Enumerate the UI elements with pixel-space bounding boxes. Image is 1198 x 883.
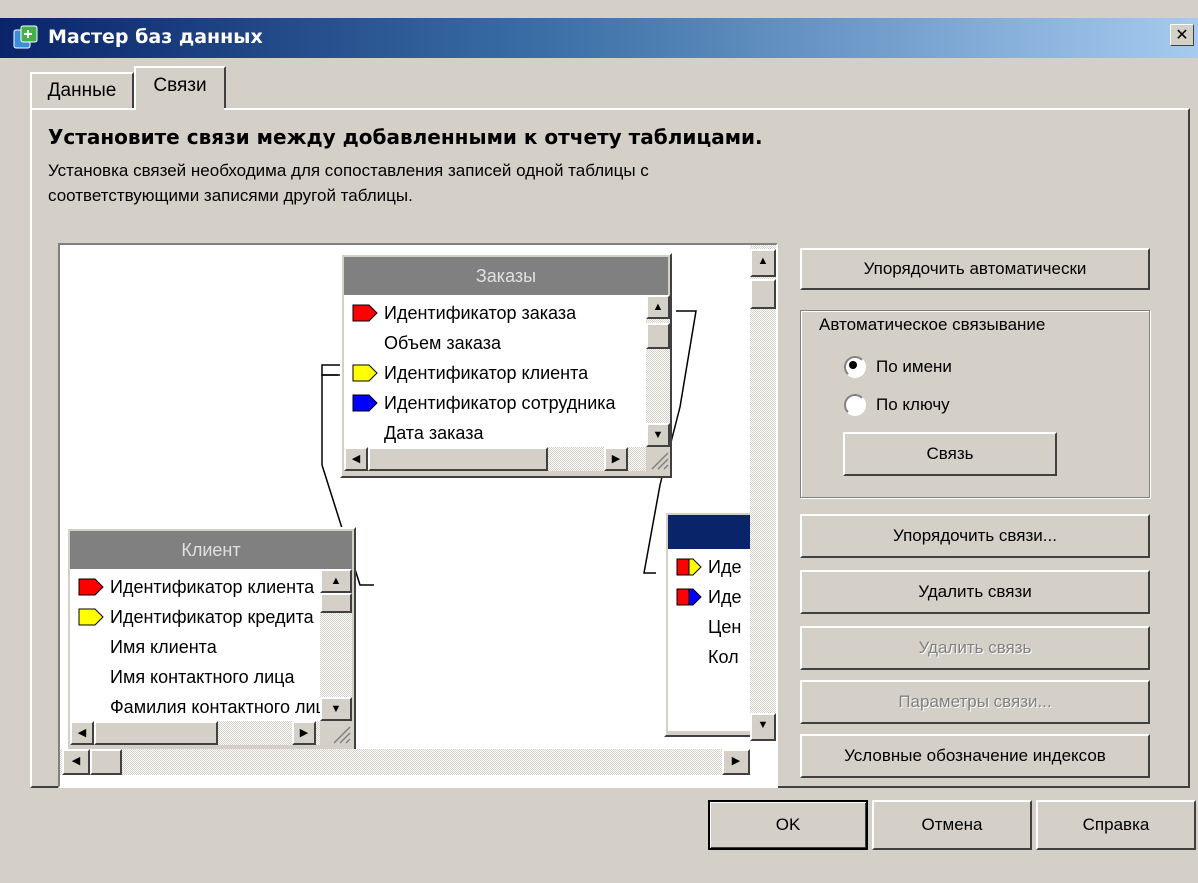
delete-link-button[interactable]: Удалить связь	[800, 626, 1150, 670]
scroll-left-button[interactable]: ◀	[344, 447, 368, 471]
field-row[interactable]: Иде	[676, 553, 741, 581]
table-client-fields: Идентификатор клиента Идентификатор кред…	[70, 569, 320, 721]
relationship-canvas[interactable]: Заказы Идентификатор заказа Объем заказа…	[58, 243, 778, 788]
field-label: Идентификатор сотрудника	[384, 392, 616, 413]
foreign-key-icon	[78, 608, 104, 626]
scroll-thumb[interactable]	[320, 593, 352, 613]
scroll-left-button[interactable]: ◀	[62, 749, 90, 775]
table-order-details-header[interactable]	[668, 515, 754, 549]
field-label: Иде	[708, 556, 742, 577]
foreign-key-icon	[352, 364, 378, 382]
field-row[interactable]: Цен	[708, 613, 741, 641]
primary-key-icon	[352, 304, 378, 322]
field-label: Имя контактного лица	[110, 666, 295, 687]
field-label: Иде	[708, 586, 742, 607]
index-key-icon	[352, 394, 378, 412]
field-row[interactable]: Идентификатор клиента	[352, 359, 588, 387]
scroll-down-button[interactable]: ▼	[320, 697, 352, 721]
field-label: Идентификатор клиента	[110, 576, 315, 597]
arrange-links-button[interactable]: Упорядочить связи...	[800, 514, 1150, 558]
field-row[interactable]: Имя контактного лица	[110, 663, 294, 691]
help-button[interactable]: Справка	[1036, 800, 1196, 850]
primary-foreign-key-icon	[676, 558, 702, 576]
arrange-auto-button[interactable]: Упорядочить автоматически	[800, 248, 1150, 290]
radio-by-key[interactable]: По ключу	[844, 394, 950, 416]
table-order-details[interactable]: Иде Иде Цен Кол	[664, 511, 754, 737]
radio-dot	[849, 361, 857, 369]
page-heading: Установите связи между добавленными к от…	[48, 125, 763, 149]
table-client-header[interactable]: Клиент	[70, 531, 352, 569]
index-legend-button[interactable]: Условные обозначение индексов	[800, 734, 1150, 778]
canvas-horizontal-scrollbar[interactable]	[60, 749, 750, 775]
page-description: Установка связей необходима для сопостав…	[48, 158, 948, 208]
table-orders-header[interactable]: Заказы	[344, 257, 668, 295]
table-orders-fields: Идентификатор заказа Объем заказа Иденти…	[344, 295, 646, 447]
title-bar: Мастер баз данных ✕	[0, 18, 1198, 58]
primary-key-icon	[78, 578, 104, 596]
scroll-thumb[interactable]	[368, 447, 548, 471]
field-label: Цен	[708, 616, 742, 637]
resize-grip-icon[interactable]	[320, 721, 352, 745]
radio-button[interactable]	[844, 356, 866, 378]
field-label: Кол	[708, 646, 739, 667]
field-label: Идентификатор кредита	[110, 606, 314, 627]
scroll-thumb[interactable]	[750, 279, 776, 309]
field-row[interactable]: Кол	[708, 643, 739, 671]
window-title: Мастер баз данных	[48, 26, 263, 48]
field-label: Объем заказа	[384, 332, 501, 353]
scroll-right-button[interactable]: ▶	[292, 721, 316, 745]
close-button[interactable]: ✕	[1170, 24, 1194, 46]
link-button[interactable]: Связь	[843, 432, 1057, 476]
tab-joint	[136, 106, 224, 112]
primary-index-key-icon	[676, 588, 702, 606]
cancel-button[interactable]: Отмена	[872, 800, 1032, 850]
link-parameters-button[interactable]: Параметры связи...	[800, 680, 1150, 724]
tab-links[interactable]: Связи	[134, 66, 226, 110]
radio-label: По имени	[876, 357, 952, 376]
scroll-thumb[interactable]	[90, 749, 122, 775]
scroll-up-button[interactable]: ▲	[750, 249, 776, 277]
field-row[interactable]: Имя клиента	[110, 633, 217, 661]
scroll-thumb[interactable]	[94, 721, 218, 745]
field-label: Имя клиента	[110, 636, 217, 657]
resize-grip-icon[interactable]	[646, 447, 670, 471]
canvas-vertical-scrollbar[interactable]	[750, 245, 776, 741]
field-row[interactable]: Иде	[676, 583, 741, 611]
field-row[interactable]: Идентификатор клиента	[78, 573, 314, 601]
field-row[interactable]: Идентификатор кредита	[78, 603, 314, 631]
field-row[interactable]: Идентификатор заказа	[352, 299, 576, 327]
scroll-left-button[interactable]: ◀	[70, 721, 94, 745]
scroll-down-button[interactable]: ▼	[750, 713, 776, 741]
scroll-right-button[interactable]: ▶	[722, 749, 750, 775]
auto-linking-title: Автоматическое связывание	[815, 315, 1050, 335]
field-row[interactable]: Идентификатор сотрудника	[352, 389, 616, 417]
table-client[interactable]: Клиент Идентификатор клиента Идентификат…	[66, 527, 356, 752]
table-order-details-fields: Иде Иде Цен Кол	[668, 549, 754, 731]
tab-data[interactable]: Данные	[30, 72, 134, 108]
description-line: Установка связей необходима для сопостав…	[48, 161, 649, 180]
ok-button[interactable]: OK	[708, 800, 868, 850]
field-label: Фамилия контактного лица	[110, 696, 320, 717]
radio-by-name[interactable]: По имени	[844, 356, 952, 378]
field-row[interactable]: Дата заказа	[384, 419, 483, 447]
scroll-thumb[interactable]	[646, 323, 670, 349]
field-row[interactable]: Объем заказа	[384, 329, 501, 357]
scroll-up-button[interactable]: ▲	[646, 295, 670, 319]
field-row[interactable]: Фамилия контактного лица	[110, 693, 320, 721]
delete-links-button[interactable]: Удалить связи	[800, 570, 1150, 614]
scroll-up-button[interactable]: ▲	[320, 569, 352, 593]
radio-button[interactable]	[844, 394, 866, 416]
table-orders[interactable]: Заказы Идентификатор заказа Объем заказа…	[340, 253, 672, 478]
field-label: Дата заказа	[384, 422, 484, 443]
scroll-right-button[interactable]: ▶	[604, 447, 628, 471]
description-line: соответствующими записями другой таблицы…	[48, 186, 413, 205]
field-label: Идентификатор заказа	[384, 302, 577, 323]
scroll-down-button[interactable]: ▼	[646, 423, 670, 447]
radio-label: По ключу	[876, 395, 950, 414]
field-label: Идентификатор клиента	[384, 362, 589, 383]
database-wizard-icon	[13, 25, 38, 49]
